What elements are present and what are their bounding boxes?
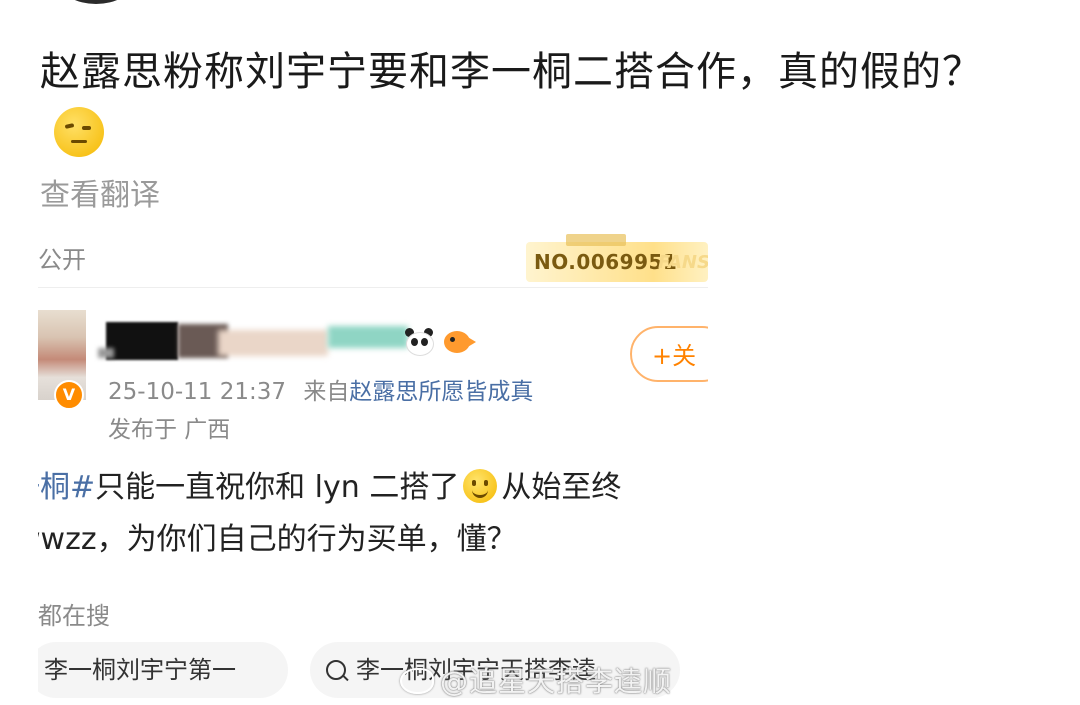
follow-button[interactable]: +关	[630, 326, 708, 382]
fish-badge-icon	[440, 328, 476, 356]
post-text-1: 只能一直祝你和 lyn 二搭了	[95, 470, 460, 505]
embedded-weibo-screenshot: 公开 NO.0069951 FANS V +关 25-10-11 21:37 来…	[38, 230, 708, 705]
visibility-label: 公开	[38, 246, 86, 274]
watermark: @追星天搭李逵顺	[400, 660, 672, 700]
fans-badge: NO.0069951 FANS	[526, 234, 708, 282]
post-text-2: 从始至终	[501, 470, 622, 505]
post-source-link[interactable]: 赵露思所愿皆成真	[349, 379, 533, 405]
post-text-line-2: wwzz，为你们自己的行为买单，懂？	[38, 522, 517, 557]
username-mosaic[interactable]	[98, 322, 408, 362]
post-title: 赵露思粉称刘宇宁要和李一桐二搭合作，真的假的？	[40, 40, 1000, 168]
from-prefix: 来自	[303, 379, 350, 405]
translate-link[interactable]: 查看翻译	[40, 170, 160, 214]
search-icon	[326, 660, 346, 680]
divider	[38, 287, 708, 288]
post-body: 李一桐#只能一直祝你和 lyn 二搭了 从始至终 wwzz，为你们自己的行为买单，…	[38, 462, 708, 566]
thinking-face-emoji-icon	[54, 107, 104, 157]
fans-number: NO.0069951	[534, 250, 678, 274]
fans-word: FANS	[658, 252, 708, 273]
smile-emoji-icon	[463, 469, 498, 503]
post-time: 25-10-11 21:37	[108, 379, 286, 405]
top-avatar[interactable]	[60, 0, 132, 4]
post-location: 发布于 广西	[108, 417, 231, 443]
weibo-logo-icon	[400, 668, 434, 694]
search-section-title: 大家都在搜	[38, 602, 110, 630]
verified-v-icon: V	[54, 380, 84, 410]
fans-badge-header	[566, 234, 626, 246]
hashtag-link[interactable]: 李一桐#	[38, 470, 95, 505]
post-meta: 25-10-11 21:37 来自赵露思所愿皆成真	[108, 372, 533, 406]
search-chip[interactable]: 李一桐刘宇宁第一	[38, 642, 288, 698]
panda-badge-icon	[404, 328, 434, 356]
